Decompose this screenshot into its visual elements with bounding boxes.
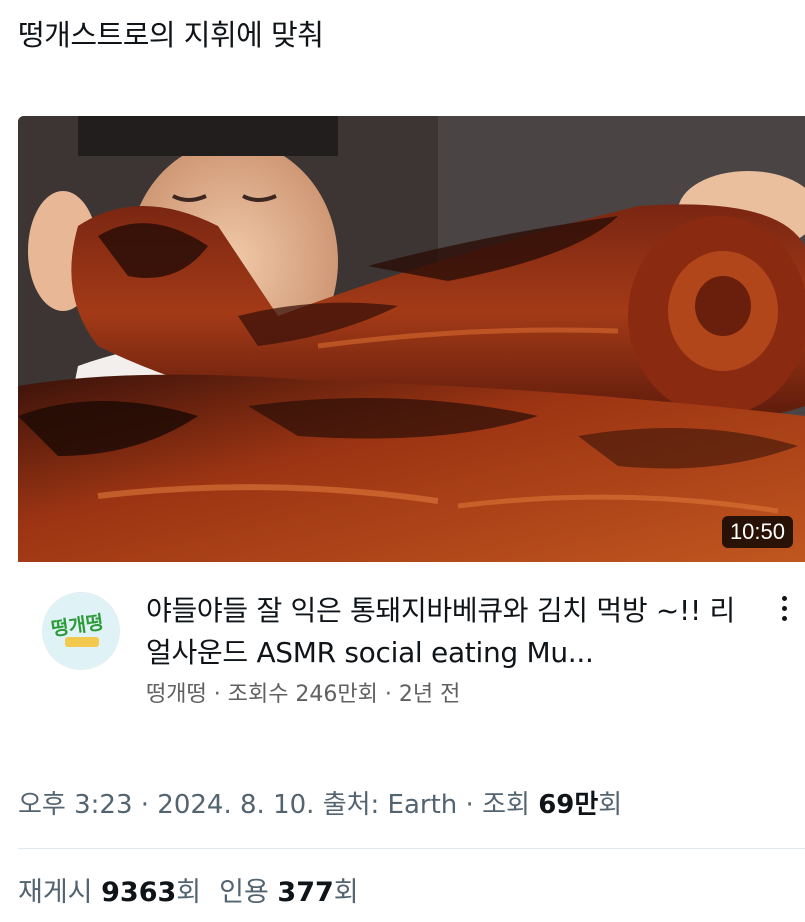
views-count: 69만: [538, 790, 599, 820]
post-time[interactable]: 오후 3:23: [18, 790, 133, 820]
meta-separator: ·: [457, 790, 483, 820]
repost-label: 재게시: [18, 877, 93, 908]
meta-separator: ·: [377, 682, 399, 707]
quote-suffix: 회: [333, 877, 359, 908]
quote-label: 인용: [219, 877, 269, 908]
video-title[interactable]: 야들야들 잘 익은 통돼지바베큐와 김치 먹방 ~!! 리얼사운드 ASMR s…: [146, 590, 746, 674]
views-suffix: 회: [598, 790, 623, 820]
post-meta: 오후 3:23 · 2024. 8. 10. 출처: Earth · 조회 69…: [18, 784, 622, 821]
video-duration-badge: 10:50: [721, 516, 793, 548]
more-options-icon[interactable]: [774, 596, 794, 626]
divider: [18, 848, 805, 849]
post-source[interactable]: 출처: Earth: [323, 790, 458, 820]
video-thumbnail[interactable]: 10:50: [18, 116, 805, 562]
post-text: 떵개스트로의 지휘에 맞춰: [18, 18, 324, 52]
channel-avatar[interactable]: 떵개떵: [42, 592, 120, 670]
repost-count: 9363: [101, 877, 177, 908]
video-meta: 떵개떵 · 조회수 246만회 · 2년 전: [146, 676, 460, 708]
quote-count: 377: [277, 877, 334, 908]
repost-suffix: 회: [176, 877, 202, 908]
views-label: 조회: [482, 790, 530, 820]
reposts-stat[interactable]: 재게시 9363회: [18, 877, 201, 908]
engagement-stats: 재게시 9363회 인용 377회: [18, 870, 359, 909]
meta-separator: ·: [206, 682, 228, 707]
channel-logo-badge: [65, 637, 99, 647]
view-count: 조회수 246만회: [227, 682, 378, 707]
bbq-pork-thumbnail: [18, 116, 805, 562]
meta-separator: ·: [132, 790, 158, 820]
post-date[interactable]: 2024. 8. 10.: [157, 790, 314, 820]
quotes-stat[interactable]: 인용 377회: [219, 877, 359, 908]
channel-name[interactable]: 떵개떵: [146, 682, 207, 707]
upload-age: 2년 전: [398, 682, 461, 707]
